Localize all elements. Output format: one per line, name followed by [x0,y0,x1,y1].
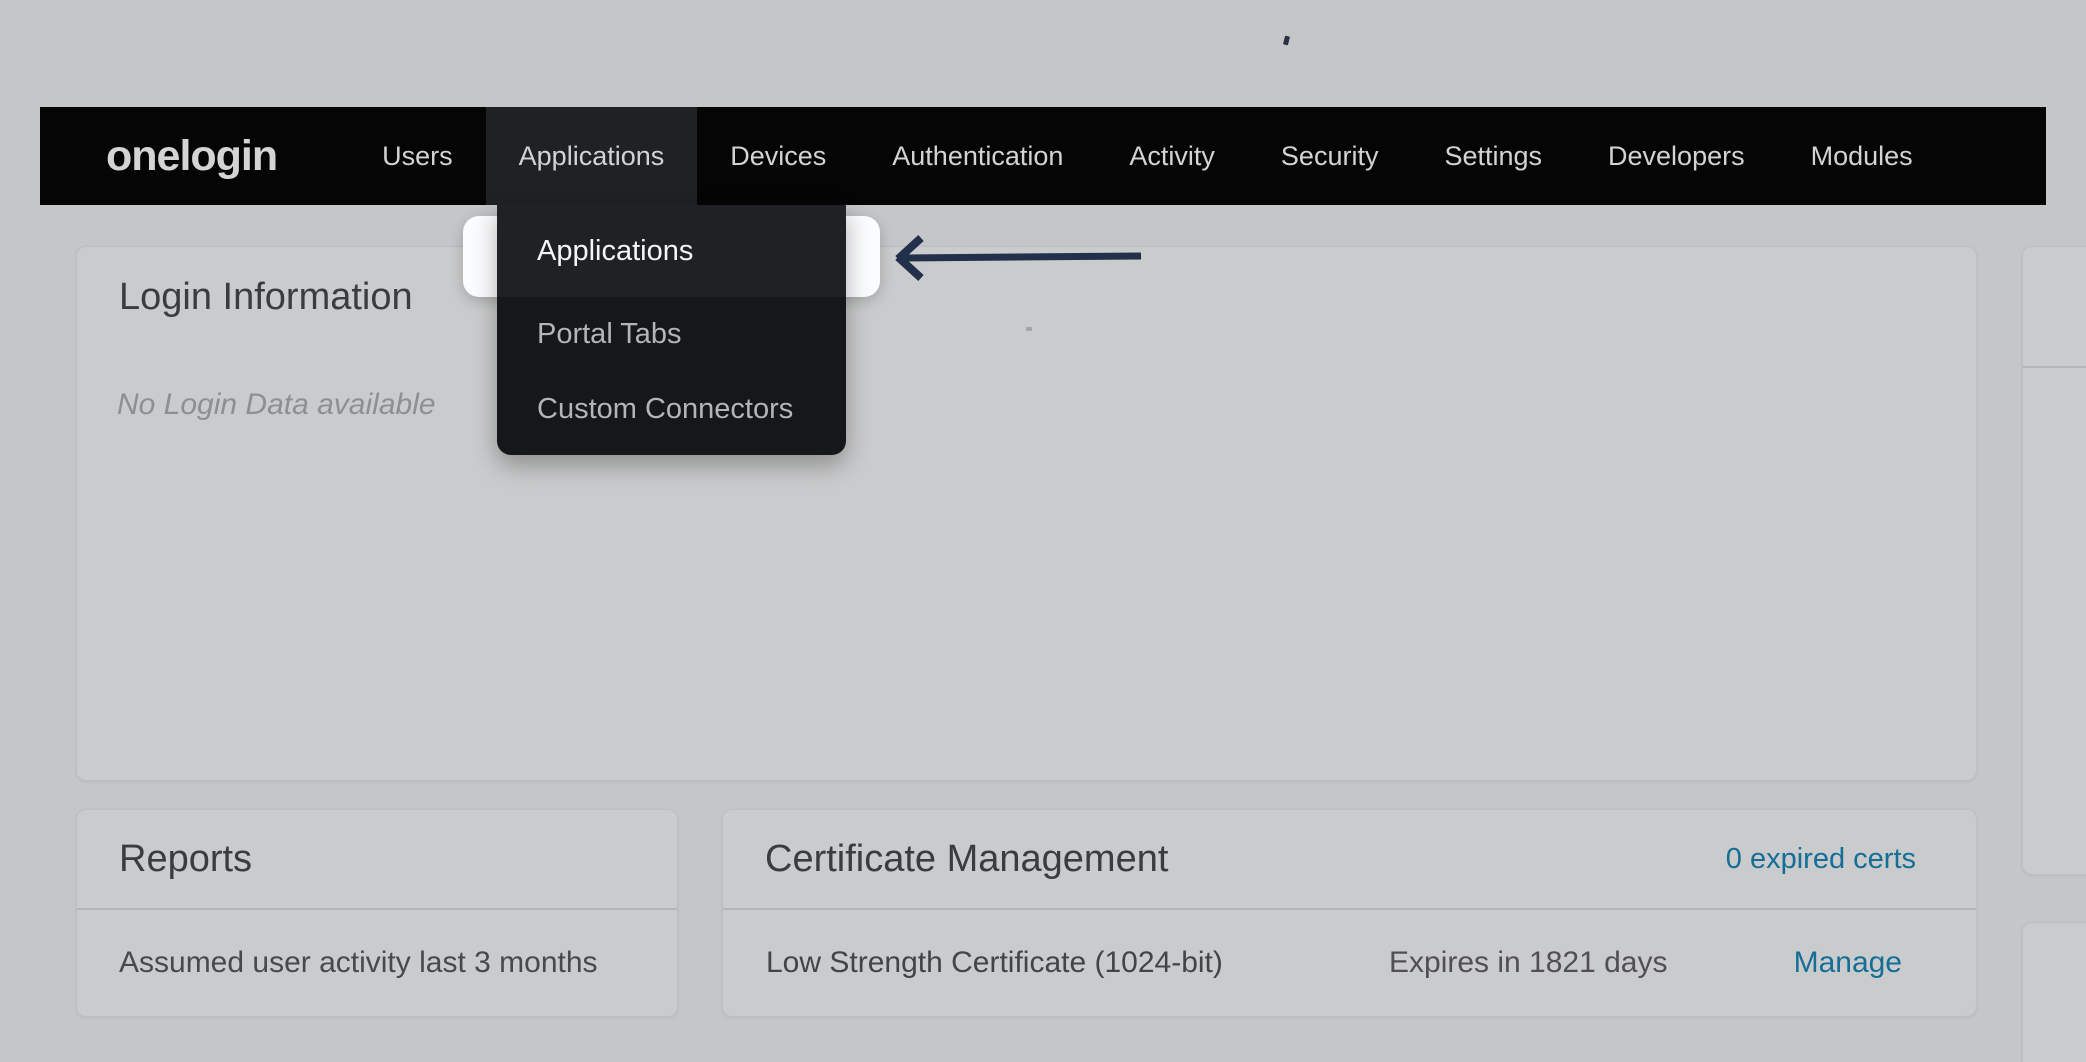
top-nav-bar: onelogin Users Applications Devices Auth… [40,107,2046,205]
nav-item-applications[interactable]: Applications [486,107,698,205]
onelogin-logo[interactable]: onelogin [106,107,277,205]
report-row-label: Assumed user activity last 3 months [77,946,598,980]
page: onelogin Users Applications Devices Auth… [0,0,2086,1062]
expired-certs-link[interactable]: 0 expired certs [1726,843,1916,876]
screen-artifact-dot [1026,327,1032,331]
menu-item-applications[interactable]: Applications [497,205,846,297]
partial-card-right-top [2022,246,2086,875]
nav-item-security[interactable]: Security [1248,107,1412,205]
certificate-management-title: Certificate Management [765,838,1168,881]
reports-title: Reports [119,838,252,881]
certificate-card-header: Certificate Management 0 expired certs [723,810,1976,910]
partial-card-divider [2023,366,2086,368]
nav-item-settings[interactable]: Settings [1411,107,1575,205]
reports-card: Reports Assumed user activity last 3 mon… [76,809,678,1017]
nav-item-developers[interactable]: Developers [1575,107,1778,205]
screen-artifact-dot [1283,36,1290,46]
nav-item-activity[interactable]: Activity [1096,107,1248,205]
nav-item-devices[interactable]: Devices [697,107,859,205]
certificate-expiry: Expires in 1821 days [1389,946,1668,980]
login-empty-state-text: No Login Data available [117,385,1976,425]
nav-item-modules[interactable]: Modules [1778,107,1946,205]
reports-card-header: Reports [77,810,677,910]
certificate-management-card: Certificate Management 0 expired certs L… [722,809,1977,1017]
applications-dropdown-menu: Applications Portal Tabs Custom Connecto… [497,205,846,455]
nav-item-users[interactable]: Users [349,107,486,205]
certificate-row: Low Strength Certificate (1024-bit) Expi… [723,910,1976,1015]
manage-link[interactable]: Manage [1794,946,1902,980]
menu-item-portal-tabs[interactable]: Portal Tabs [497,297,846,372]
partial-card-right-bottom [2022,922,2086,1062]
certificate-name: Low Strength Certificate (1024-bit) [723,946,1223,980]
left-arrow-annotation [890,225,1150,295]
report-row[interactable]: Assumed user activity last 3 months [77,910,677,1015]
left-arrow-icon [890,225,1150,295]
nav-item-authentication[interactable]: Authentication [859,107,1096,205]
menu-item-custom-connectors[interactable]: Custom Connectors [497,372,846,447]
